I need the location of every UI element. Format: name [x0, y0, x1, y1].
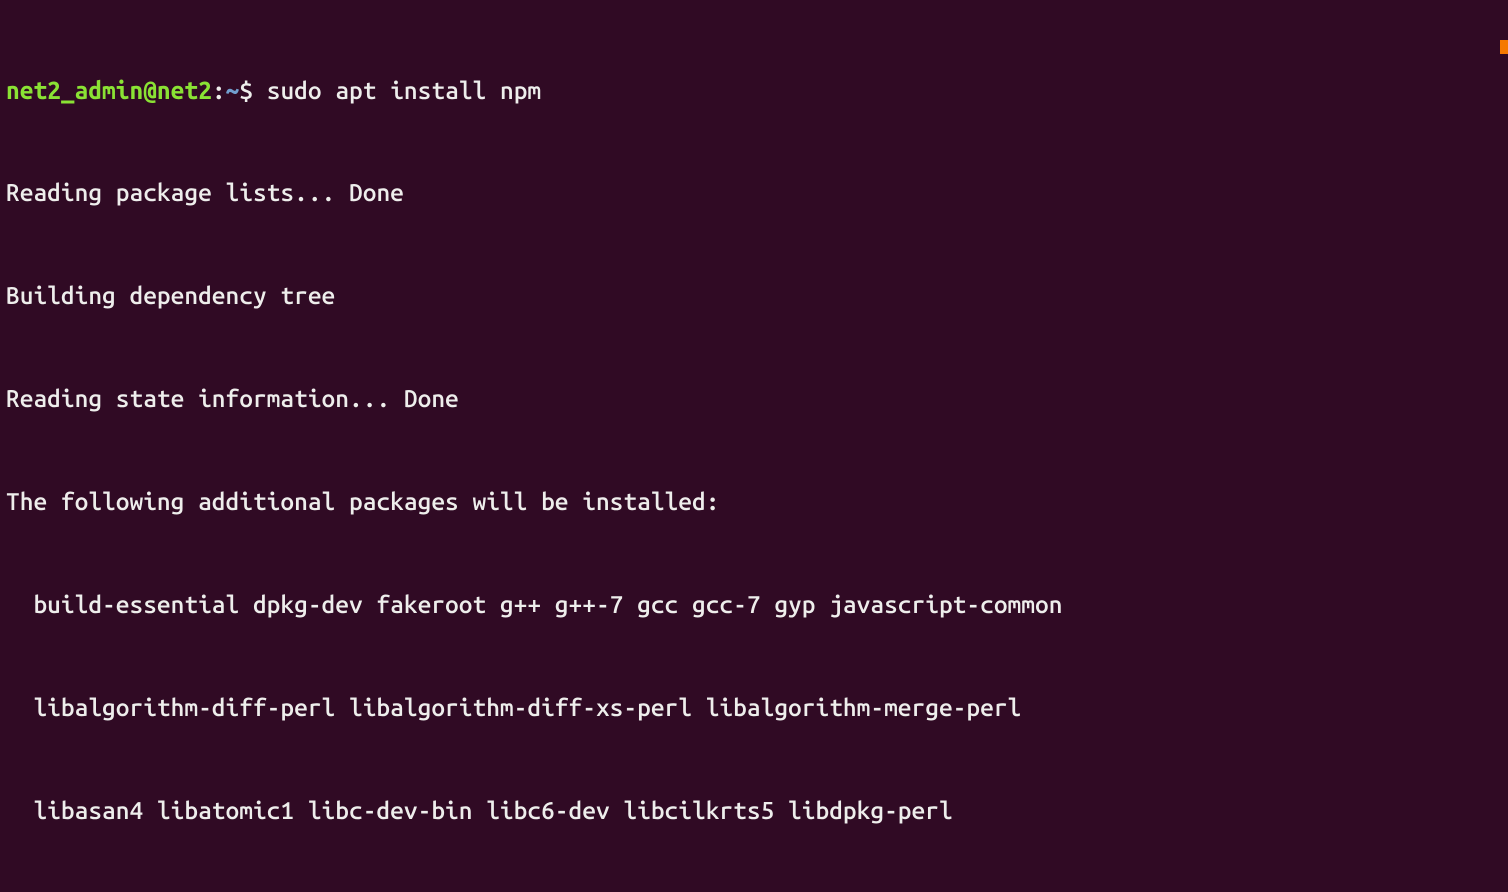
terminal-window[interactable]: net2_admin@net2:~$ sudo apt install npm …	[0, 0, 1508, 892]
output-line: The following additional packages will b…	[6, 484, 1502, 518]
prompt-path: ~	[226, 76, 240, 104]
prompt-line: net2_admin@net2:~$ sudo apt install npm	[6, 73, 1502, 107]
prompt-sep1: :	[212, 76, 226, 104]
prompt-sep2: $	[239, 76, 266, 104]
output-line: Reading package lists... Done	[6, 175, 1502, 209]
package-line: libalgorithm-diff-perl libalgorithm-diff…	[6, 690, 1502, 724]
output-line: Reading state information... Done	[6, 381, 1502, 415]
package-line: libasan4 libatomic1 libc-dev-bin libc6-d…	[6, 793, 1502, 827]
prompt-user-host: net2_admin@net2	[6, 76, 212, 104]
command-text: sudo apt install npm	[267, 76, 541, 104]
output-line: Building dependency tree	[6, 278, 1502, 312]
scrollbar-indicator[interactable]	[1500, 40, 1508, 54]
package-line: build-essential dpkg-dev fakeroot g++ g+…	[6, 587, 1502, 621]
